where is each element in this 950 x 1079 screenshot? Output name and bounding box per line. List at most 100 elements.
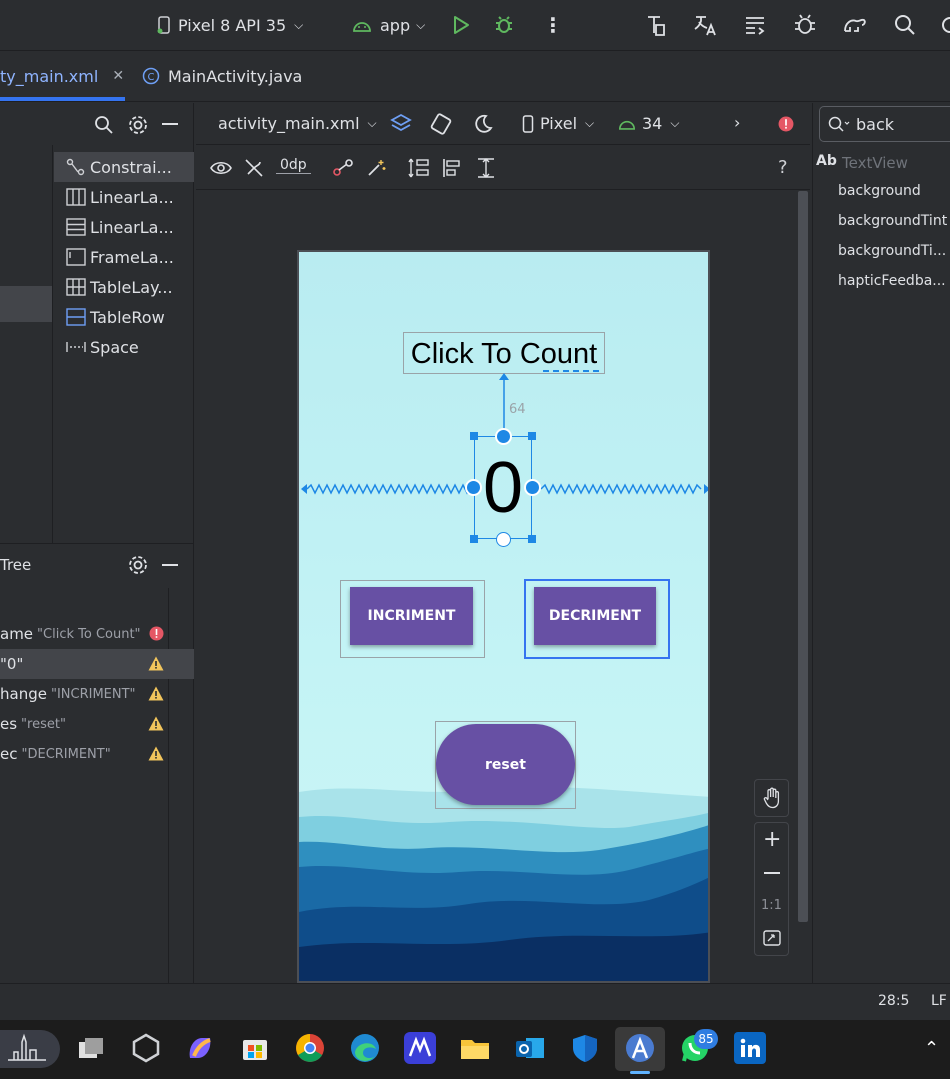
- run-config-selector[interactable]: app ⌵: [352, 0, 425, 50]
- gear-icon[interactable]: [127, 554, 149, 576]
- store-icon[interactable]: [239, 1032, 271, 1064]
- close-icon[interactable]: ✕: [112, 68, 124, 84]
- error-icon[interactable]: [778, 116, 794, 132]
- layout-preview[interactable]: Click To Count 64 0 INCRIMENT DECRIMENT …: [297, 250, 710, 983]
- guidelines-icon[interactable]: [475, 157, 497, 179]
- tree-row-title[interactable]: ame "Click To Count": [0, 619, 194, 649]
- autoconnect-off-icon[interactable]: [244, 158, 264, 178]
- eye-icon[interactable]: [210, 158, 232, 178]
- palette-item-table-row[interactable]: TableRow: [54, 302, 194, 332]
- chevron-up-icon[interactable]: ⌃: [924, 1038, 939, 1059]
- align-icon[interactable]: [442, 157, 464, 179]
- default-margins-selector[interactable]: 0dp: [276, 157, 311, 174]
- warning-icon[interactable]: [148, 746, 164, 761]
- more-vertical-icon[interactable]: ⋮: [543, 0, 563, 50]
- palette-item-frame-layout[interactable]: FrameLa...: [54, 242, 194, 272]
- play-icon: [454, 16, 469, 34]
- increment-button[interactable]: INCRIMENT: [350, 587, 473, 645]
- night-mode-icon[interactable]: [472, 113, 494, 135]
- edge-icon[interactable]: [349, 1032, 381, 1064]
- device-preview-selector[interactable]: Pixel ⌵: [522, 114, 594, 133]
- zoom-out-icon[interactable]: [764, 872, 780, 874]
- line-separator[interactable]: LF: [931, 993, 947, 1009]
- resize-handle[interactable]: [470, 535, 478, 543]
- widgets-icon[interactable]: [0, 1030, 60, 1068]
- chrome-icon[interactable]: [294, 1032, 326, 1064]
- zoom-in-icon[interactable]: +: [763, 829, 781, 851]
- constraint-anchor-top[interactable]: [495, 428, 512, 445]
- tab-activity-main[interactable]: ty_main.xml ✕: [0, 51, 125, 101]
- warning-icon[interactable]: [148, 686, 164, 701]
- palette-item-constraint-layout[interactable]: Constrai...: [54, 152, 194, 182]
- search-icon[interactable]: [894, 0, 916, 50]
- task-view-icon[interactable]: [75, 1032, 107, 1064]
- attribute-background[interactable]: background: [838, 183, 921, 199]
- run-button[interactable]: [452, 0, 470, 50]
- android-studio-icon[interactable]: [624, 1032, 656, 1064]
- search-icon[interactable]: [94, 115, 114, 135]
- decrement-button[interactable]: DECRIMENT: [534, 587, 656, 645]
- constraint-anchor-left[interactable]: [465, 479, 482, 496]
- app-inspection-icon[interactable]: [793, 0, 819, 50]
- chevron-down-icon: ⌵: [367, 116, 377, 130]
- debug-button[interactable]: [494, 0, 514, 50]
- vertical-scrollbar[interactable]: [798, 191, 808, 922]
- zoom-to-fit-icon[interactable]: [763, 930, 781, 946]
- code-editor-icon[interactable]: [404, 1032, 436, 1064]
- translate-icon[interactable]: [693, 0, 719, 50]
- gear-icon[interactable]: [127, 114, 149, 136]
- palette-item-space[interactable]: Space: [54, 332, 194, 362]
- pan-button[interactable]: [754, 779, 789, 817]
- palette-item-table-layout[interactable]: TableLay...: [54, 272, 194, 302]
- tree-row-increment[interactable]: hange "INCRIMENT": [0, 679, 194, 709]
- infer-constraints-icon[interactable]: [366, 158, 386, 178]
- attribute-search[interactable]: back: [819, 106, 950, 142]
- chevron-right-icon[interactable]: ›: [734, 113, 740, 132]
- svg-text:C: C: [148, 72, 155, 83]
- device-selector[interactable]: Pixel 8 API 35 ⌵: [156, 0, 303, 50]
- tree-row-decrement[interactable]: ec "DECRIMENT": [0, 739, 194, 769]
- constraint-anchor-right[interactable]: [524, 479, 541, 496]
- api-level-selector[interactable]: 34 ⌵: [618, 114, 679, 133]
- minimize-icon[interactable]: [162, 123, 178, 125]
- palette-category-selected[interactable]: [0, 286, 52, 322]
- copilot-icon[interactable]: [184, 1032, 216, 1064]
- resize-handle[interactable]: [470, 432, 478, 440]
- cursor-position[interactable]: 28:5: [878, 993, 909, 1009]
- constraint-anchor-bottom[interactable]: [496, 532, 511, 547]
- orientation-icon[interactable]: [429, 113, 453, 135]
- error-icon[interactable]: [149, 626, 164, 641]
- help-icon[interactable]: ?: [778, 157, 788, 178]
- warning-icon[interactable]: [148, 656, 164, 671]
- attribute-haptic-feedback[interactable]: hapticFeedba...: [838, 273, 946, 289]
- resize-handle[interactable]: [528, 535, 536, 543]
- resize-handle[interactable]: [528, 432, 536, 440]
- logcat-icon[interactable]: [743, 0, 767, 50]
- warning-icon[interactable]: [148, 716, 164, 731]
- gradle-icon[interactable]: [842, 0, 868, 50]
- palette-item-linear-layout-h[interactable]: LinearLa...: [54, 182, 194, 212]
- layers-icon[interactable]: [390, 113, 412, 135]
- file-explorer-icon[interactable]: [459, 1032, 491, 1064]
- tree-row-counter[interactable]: "0": [0, 649, 194, 679]
- pack-icon[interactable]: [408, 157, 430, 179]
- linkedin-icon[interactable]: [734, 1032, 766, 1064]
- tree-row-reset[interactable]: es "reset": [0, 709, 194, 739]
- zoom-actual-size[interactable]: 1:1: [761, 898, 782, 913]
- outlook-icon[interactable]: [514, 1032, 546, 1064]
- settings-icon[interactable]: [940, 0, 950, 50]
- minimize-icon[interactable]: [162, 564, 178, 566]
- design-toolbar: activity_main.xml ⌵ Pixel ⌵ 34 ⌵ ›: [196, 103, 810, 145]
- tab-main-activity[interactable]: C MainActivity.java: [142, 51, 302, 101]
- clear-constraints-icon[interactable]: [332, 158, 354, 178]
- active-app-indicator: [630, 1071, 650, 1074]
- palette-item-linear-layout-v[interactable]: LinearLa...: [54, 212, 194, 242]
- defender-icon[interactable]: [569, 1032, 601, 1064]
- title-text[interactable]: Click To Count: [403, 334, 605, 374]
- attribute-background-tint-mode[interactable]: backgroundTi...: [838, 243, 946, 259]
- layout-file-selector[interactable]: activity_main.xml ⌵: [218, 114, 377, 133]
- reset-button[interactable]: reset: [436, 724, 575, 805]
- attribute-background-tint[interactable]: backgroundTint: [838, 213, 947, 229]
- device-manager-icon[interactable]: [644, 0, 668, 50]
- app-icon[interactable]: [130, 1032, 162, 1064]
